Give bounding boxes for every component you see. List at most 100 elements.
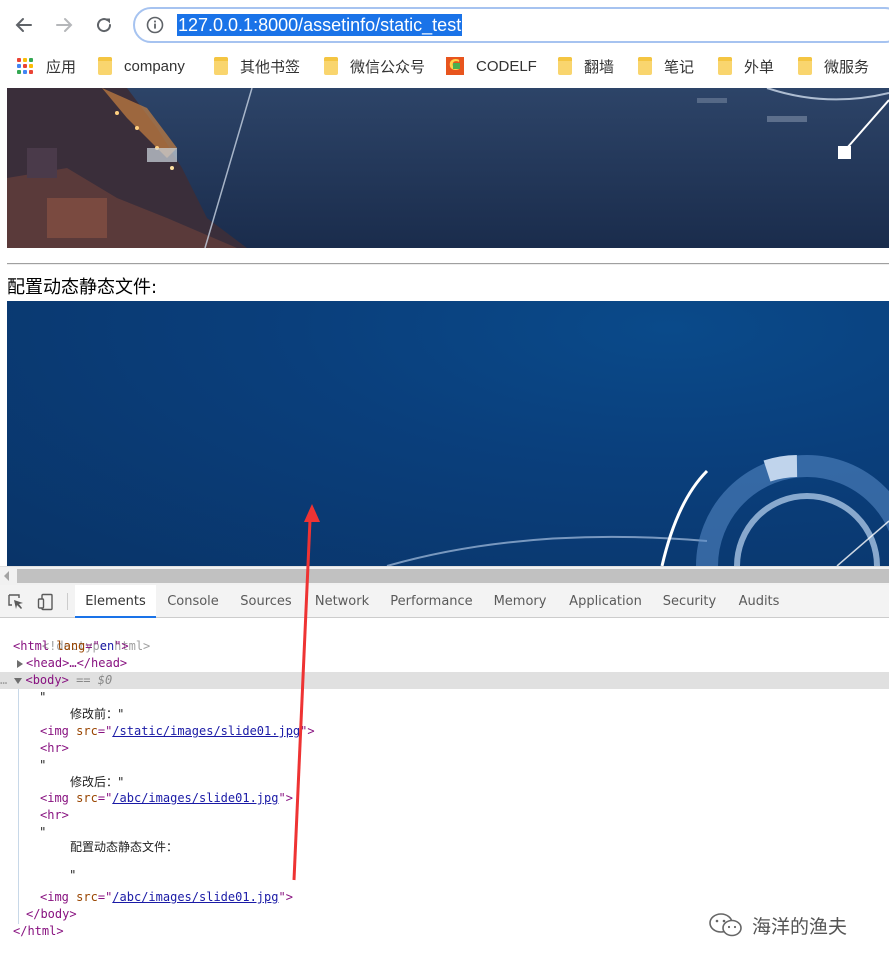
tag-name: img	[47, 724, 69, 738]
tree-indent-guide	[18, 689, 19, 924]
dom-text-node[interactable]: 修改前："	[70, 706, 124, 723]
bookmark-label: 笔记	[664, 58, 695, 76]
device-toolbar-icon[interactable]	[37, 593, 55, 611]
tab-network[interactable]: Network	[305, 585, 379, 618]
dom-text-node[interactable]: 修改后："	[70, 774, 124, 791]
collapse-triangle-icon[interactable]	[14, 677, 23, 684]
dom-node-body-selected[interactable]: … <body> == $0	[0, 672, 889, 689]
tab-console[interactable]: Console	[158, 585, 228, 618]
folder-icon	[214, 57, 228, 75]
bookmark-wechat[interactable]: 微信公众号	[324, 50, 425, 82]
bookmark-vpn[interactable]: 翻墙	[558, 50, 614, 82]
tab-elements[interactable]: Elements	[75, 585, 156, 618]
hr-tag: <hr>	[40, 808, 69, 822]
dom-text-node[interactable]: "	[40, 824, 46, 841]
info-icon[interactable]	[146, 16, 164, 34]
ellipsis-menu-icon[interactable]: …	[0, 673, 7, 687]
bookmark-microservice[interactable]: 微服务	[798, 50, 869, 82]
bookmark-apps[interactable]: 应用	[17, 50, 76, 82]
folder-icon	[718, 57, 732, 75]
toolbar-separator	[67, 593, 68, 610]
img-src-link[interactable]: /static/images/slide01.jpg	[112, 724, 300, 738]
bookmark-other[interactable]: 其他书签	[214, 50, 300, 82]
wechat-icon	[709, 913, 742, 937]
horizontal-scrollbar[interactable]	[0, 566, 889, 585]
dom-text-node[interactable]: "	[40, 689, 46, 706]
bookmark-notes[interactable]: 笔记	[638, 50, 694, 82]
quote-text: "	[40, 825, 46, 839]
watermark: 海洋的渔夫	[708, 910, 847, 940]
tab-application[interactable]: Application	[562, 585, 649, 618]
back-button[interactable]	[9, 10, 39, 40]
bookmark-foreign[interactable]: 外单	[718, 50, 774, 82]
attr-name: src	[76, 890, 98, 904]
reload-button[interactable]	[89, 10, 119, 40]
img-src-link[interactable]: /abc/images/slide01.jpg	[112, 791, 278, 805]
dom-node-img[interactable]: <img src="/abc/images/slide01.jpg">	[40, 790, 293, 807]
dom-node-doctype[interactable]: <!doctype html>	[13, 621, 150, 653]
scrollbar-thumb[interactable]	[17, 569, 889, 583]
dom-node-head[interactable]: <head>…</head>	[17, 655, 127, 672]
text-before-change: 修改前："	[70, 707, 124, 721]
bookmark-label: company	[124, 57, 185, 75]
folder-icon	[798, 57, 812, 75]
forward-button[interactable]	[49, 10, 79, 40]
bookmark-company[interactable]: company	[98, 50, 185, 82]
attr-value: en	[99, 639, 115, 653]
tab-sources[interactable]: Sources	[232, 585, 300, 618]
attr-name: lang	[56, 639, 86, 653]
dom-node-html[interactable]: <html lang="en">	[13, 638, 129, 655]
address-bar[interactable]: 127.0.0.1:8000/assetinfo/static_test	[133, 7, 889, 43]
tab-memory[interactable]: Memory	[485, 585, 555, 618]
expand-triangle-icon[interactable]	[17, 659, 23, 668]
dom-node-body-close[interactable]: </body>	[26, 906, 77, 923]
text-config-static: 配置动态静态文件：	[70, 840, 179, 854]
quote-text: "	[70, 868, 76, 882]
watermark-text: 海洋的渔夫	[752, 915, 848, 938]
folder-icon	[558, 57, 572, 75]
bookmark-codelf[interactable]: CODELF	[446, 50, 537, 82]
bookmark-label: CODELF	[476, 57, 537, 75]
attr-name: src	[76, 724, 98, 738]
page-viewport[interactable]: 配置动态静态文件:	[0, 88, 889, 566]
bookmark-label: 翻墙	[584, 58, 615, 76]
tab-performance[interactable]: Performance	[385, 585, 478, 618]
dom-node-hr[interactable]: <hr>	[40, 807, 69, 824]
bookmark-label: 外单	[744, 58, 775, 76]
attr-name: src	[76, 791, 98, 805]
bookmark-label: 微信公众号	[350, 58, 426, 76]
html-close-tag: </html>	[13, 924, 64, 938]
page-label-config-static: 配置动态静态文件:	[7, 277, 158, 298]
scroll-left-arrow-icon[interactable]	[4, 571, 9, 581]
dom-text-node[interactable]: "	[70, 867, 76, 884]
back-arrow-icon	[15, 18, 32, 32]
selected-marker: == $0	[76, 673, 113, 687]
bookmark-label: 其他书签	[240, 58, 301, 76]
folder-icon	[638, 57, 652, 75]
bookmark-label: 应用	[46, 58, 77, 76]
blue-slide-image	[7, 301, 889, 566]
dom-node-img[interactable]: <img src="/static/images/slide01.jpg">	[40, 723, 315, 740]
dom-text-node[interactable]: "	[40, 757, 46, 774]
reload-icon	[97, 18, 112, 33]
img-src-link[interactable]: /abc/images/slide01.jpg	[112, 890, 278, 904]
tag-name: img	[47, 890, 69, 904]
inspect-element-icon[interactable]	[7, 593, 25, 611]
tag-name: html	[20, 639, 50, 653]
dom-node-img[interactable]: <img src="/abc/images/slide01.jpg">	[40, 889, 293, 906]
dom-node-hr[interactable]: <hr>	[40, 740, 69, 757]
tag-name: img	[47, 791, 69, 805]
bookmarks-bar: 应用 company 其他书签 微信公众号 CODELF 翻墙 笔记 外单 微服…	[0, 50, 889, 88]
folder-icon	[98, 57, 112, 75]
quote-text: "	[40, 690, 46, 704]
page-horizontal-rule	[7, 263, 889, 265]
tab-security[interactable]: Security	[656, 585, 723, 618]
bookmark-label: 微服务	[824, 58, 870, 76]
tab-audits[interactable]: Audits	[730, 585, 788, 618]
harbor-night-illustration	[7, 88, 889, 248]
dom-node-html-close[interactable]: </html>	[13, 923, 64, 940]
url-text[interactable]: 127.0.0.1:8000/assetinfo/static_test	[177, 14, 463, 36]
dom-text-node[interactable]: 配置动态静态文件：	[70, 839, 178, 856]
devtools-tab-bar: Elements Console Sources Network Perform…	[0, 585, 889, 618]
hr-tag: <hr>	[40, 741, 69, 755]
